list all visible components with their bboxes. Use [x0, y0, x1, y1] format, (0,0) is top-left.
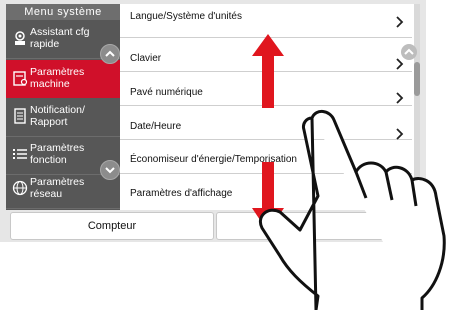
list-item-label: Langue/Système d'unités [130, 11, 242, 22]
settings-menu-list: Langue/Système d'unités Clavier Pavé num… [120, 4, 420, 210]
list-item-label: Date/Heure [130, 121, 182, 132]
list-item-display-settings[interactable]: Paramètres d'affichage [120, 174, 412, 207]
chevron-right-icon [396, 92, 404, 104]
network-globe-icon [12, 180, 28, 196]
counter-button[interactable]: Compteur [10, 212, 214, 240]
sidebar-title: Menu système [6, 4, 120, 20]
scroll-up-icon [105, 50, 115, 57]
list-item-label: Clavier [130, 53, 162, 64]
list-scrollbar[interactable] [414, 4, 420, 210]
list-scroll-up-button[interactable] [401, 44, 417, 60]
chevron-right-icon [396, 128, 404, 140]
list-scrollbar-thumb[interactable] [414, 62, 420, 96]
scroll-down-icon [105, 167, 115, 174]
function-list-icon [12, 146, 28, 162]
touch-panel-screen: Menu système Assistant cfg rapide Paramè… [0, 0, 426, 242]
chevron-right-icon [396, 16, 404, 28]
bottom-bar: Compteur [0, 210, 426, 242]
scroll-up-icon [404, 48, 414, 55]
home-button[interactable] [216, 212, 418, 240]
system-menu-sidebar: Menu système Assistant cfg rapide Paramè… [6, 4, 120, 210]
home-icon [298, 221, 312, 230]
list-item-date-time[interactable]: Date/Heure [120, 106, 412, 140]
list-item-label: Pavé numérique [130, 87, 203, 98]
list-item-keyboard[interactable]: Clavier [120, 38, 412, 72]
sidebar-item-machine-settings[interactable]: Paramètres machine [6, 60, 120, 98]
sidebar-scroll-down-button[interactable] [100, 160, 120, 180]
sidebar-item-label: Paramètres machine [30, 66, 85, 90]
list-item-label: Économiseur d'énergie/Temporisation [130, 154, 297, 165]
sidebar-item-notification-report[interactable]: Notification/ Rapport [6, 98, 120, 137]
list-item-language-units[interactable]: Langue/Système d'unités [120, 4, 412, 38]
list-item-energy-saver-timer[interactable]: Économiseur d'énergie/Temporisation [120, 140, 412, 174]
list-item-numeric-keypad[interactable]: Pavé numérique [120, 72, 412, 106]
sidebar-item-label: Notification/ Rapport [30, 104, 85, 128]
list-item-label: Paramètres d'affichage [130, 188, 233, 199]
sidebar-scroll-up-button[interactable] [100, 44, 120, 64]
quick-setup-icon [12, 30, 28, 46]
machine-settings-icon [12, 70, 28, 86]
report-icon [12, 108, 28, 124]
sidebar-item-label: Paramètres réseau [30, 176, 85, 200]
